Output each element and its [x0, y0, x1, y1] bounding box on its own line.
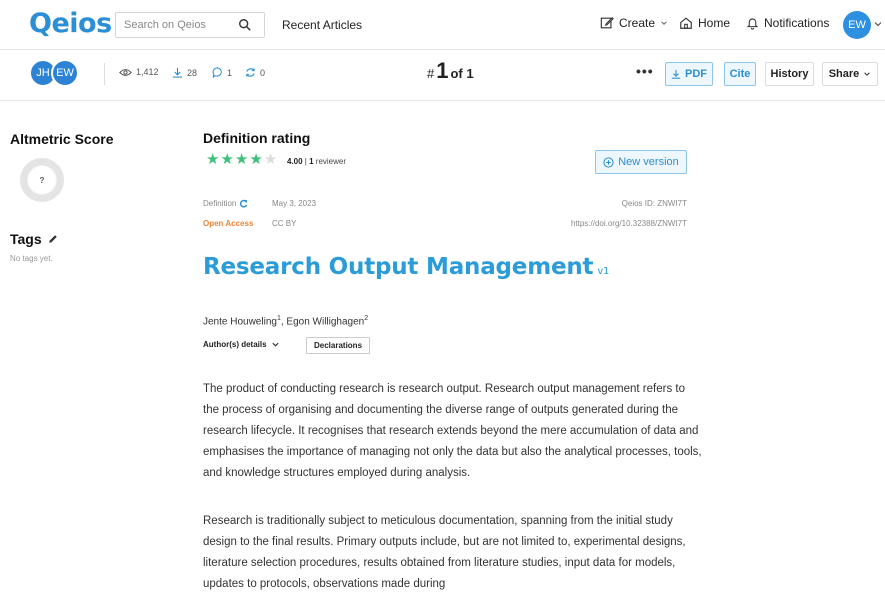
rating-summary: 4.00 | 1 reviewer [287, 157, 346, 166]
altmetric-badge[interactable]: ? [20, 158, 64, 202]
version-label: v1 [597, 266, 610, 277]
rank-of: of 1 [450, 66, 474, 81]
author-affiliation: 2 [364, 315, 369, 322]
recent-articles-link[interactable]: Recent Articles [282, 18, 362, 32]
shares-count: 0 [260, 67, 266, 78]
qeios-logo[interactable]: Qeios [29, 8, 112, 39]
chevron-down-icon [661, 21, 667, 25]
refresh-icon [246, 68, 255, 77]
chevron-down-icon[interactable] [873, 19, 883, 29]
tags-title: Tags [10, 231, 42, 247]
star-filled-icon: ★ [220, 151, 234, 168]
article-toolbar: JH EW 1,412 28 1 0 # 1 of 1 ••• PDF Cite… [0, 50, 885, 101]
new-version-button[interactable]: New version [595, 150, 687, 174]
edit-icon [600, 17, 614, 29]
chevron-down-icon [271, 342, 279, 347]
comments-count: 1 [227, 67, 233, 78]
plus-circle-icon [603, 156, 614, 168]
notifications-link[interactable]: Notifications [746, 16, 829, 30]
star-filled-icon: ★ [206, 151, 220, 168]
home-icon [680, 17, 692, 29]
article-type: Definition [203, 199, 248, 208]
downloads-stat: 28 [172, 67, 197, 78]
star-filled-icon: ★ [249, 151, 263, 168]
bell-icon [746, 18, 759, 30]
altmetric-value: ? [39, 175, 45, 185]
search-icon[interactable] [238, 18, 252, 32]
rank-hash: # [427, 66, 435, 81]
definition-icon [240, 199, 248, 208]
pencil-icon[interactable] [48, 234, 58, 244]
comment-icon [212, 67, 222, 78]
tags-empty-text: No tags yet. [10, 254, 53, 263]
author-name[interactable]: Jente Houweling [203, 316, 277, 327]
publish-date: May 3, 2023 [272, 199, 317, 208]
rating-title: Definition rating [203, 130, 311, 146]
author-list: Jente Houweling1, Egon Willighagen2 [203, 315, 368, 327]
author-avatar-ew[interactable]: EW [51, 59, 79, 87]
article-title-text: Research Output Management [203, 254, 594, 280]
reviewer-label: reviewer [313, 157, 347, 166]
home-label: Home [698, 16, 731, 30]
create-label: Create [619, 16, 656, 30]
declarations-button[interactable]: Declarations [306, 337, 371, 354]
star-empty-icon: ★ [263, 151, 278, 168]
qeios-id: Qeios ID: ZNWI7T [621, 199, 687, 208]
home-link[interactable]: Home [679, 16, 730, 30]
rank-indicator: # 1 of 1 [427, 58, 474, 84]
views-count: 1,412 [136, 67, 159, 77]
license-label: CC BY [272, 219, 297, 228]
tags-header: Tags [10, 231, 58, 247]
open-access-label: Open Access [203, 219, 254, 228]
author-details-toggle[interactable]: Author(s) details [203, 340, 280, 349]
cite-button[interactable]: Cite [724, 62, 756, 86]
comments-stat: 1 [212, 67, 232, 78]
downloads-count: 28 [187, 67, 198, 78]
download-icon [671, 69, 681, 79]
article-type-label: Definition [203, 199, 237, 208]
search-box[interactable] [115, 12, 265, 38]
eye-icon [119, 68, 132, 76]
body-paragraph: Research is traditionally subject to met… [203, 515, 686, 590]
doi-link[interactable]: https://doi.org/10.32388/ZNWI7T [527, 219, 687, 228]
download-icon [172, 67, 183, 78]
altmetric-title: Altmetric Score [10, 131, 114, 147]
new-version-label: New version [618, 156, 679, 168]
rating-value: 4.00 [287, 157, 303, 166]
user-avatar[interactable]: EW [843, 11, 871, 39]
star-filled-icon: ★ [234, 151, 249, 168]
divider [104, 63, 105, 85]
rating-stars: ★ ★ ★ ★ ★ [206, 152, 277, 168]
share-button[interactable]: Share [822, 62, 878, 86]
author-name[interactable]: Egon Willighagen [286, 316, 364, 327]
top-navigation: Qeios Recent Articles Create Home Notifi… [0, 0, 885, 50]
more-options-button[interactable]: ••• [636, 63, 654, 79]
shares-stat: 0 [245, 67, 265, 78]
search-input[interactable] [124, 13, 234, 37]
author-details-label: Author(s) details [203, 340, 267, 349]
views-stat: 1,412 [119, 67, 159, 77]
share-label: Share [828, 68, 860, 80]
history-button[interactable]: History [765, 62, 814, 86]
pdf-label: PDF [685, 68, 707, 80]
notifications-label: Notifications [764, 16, 830, 30]
pdf-button[interactable]: PDF [665, 62, 713, 86]
rank-number: 1 [436, 58, 449, 83]
article-title: Research Output Management v1 [203, 254, 609, 280]
body-paragraph: The product of conducting research is re… [203, 383, 702, 479]
chevron-down-icon [864, 72, 871, 76]
create-menu[interactable]: Create [600, 16, 668, 30]
